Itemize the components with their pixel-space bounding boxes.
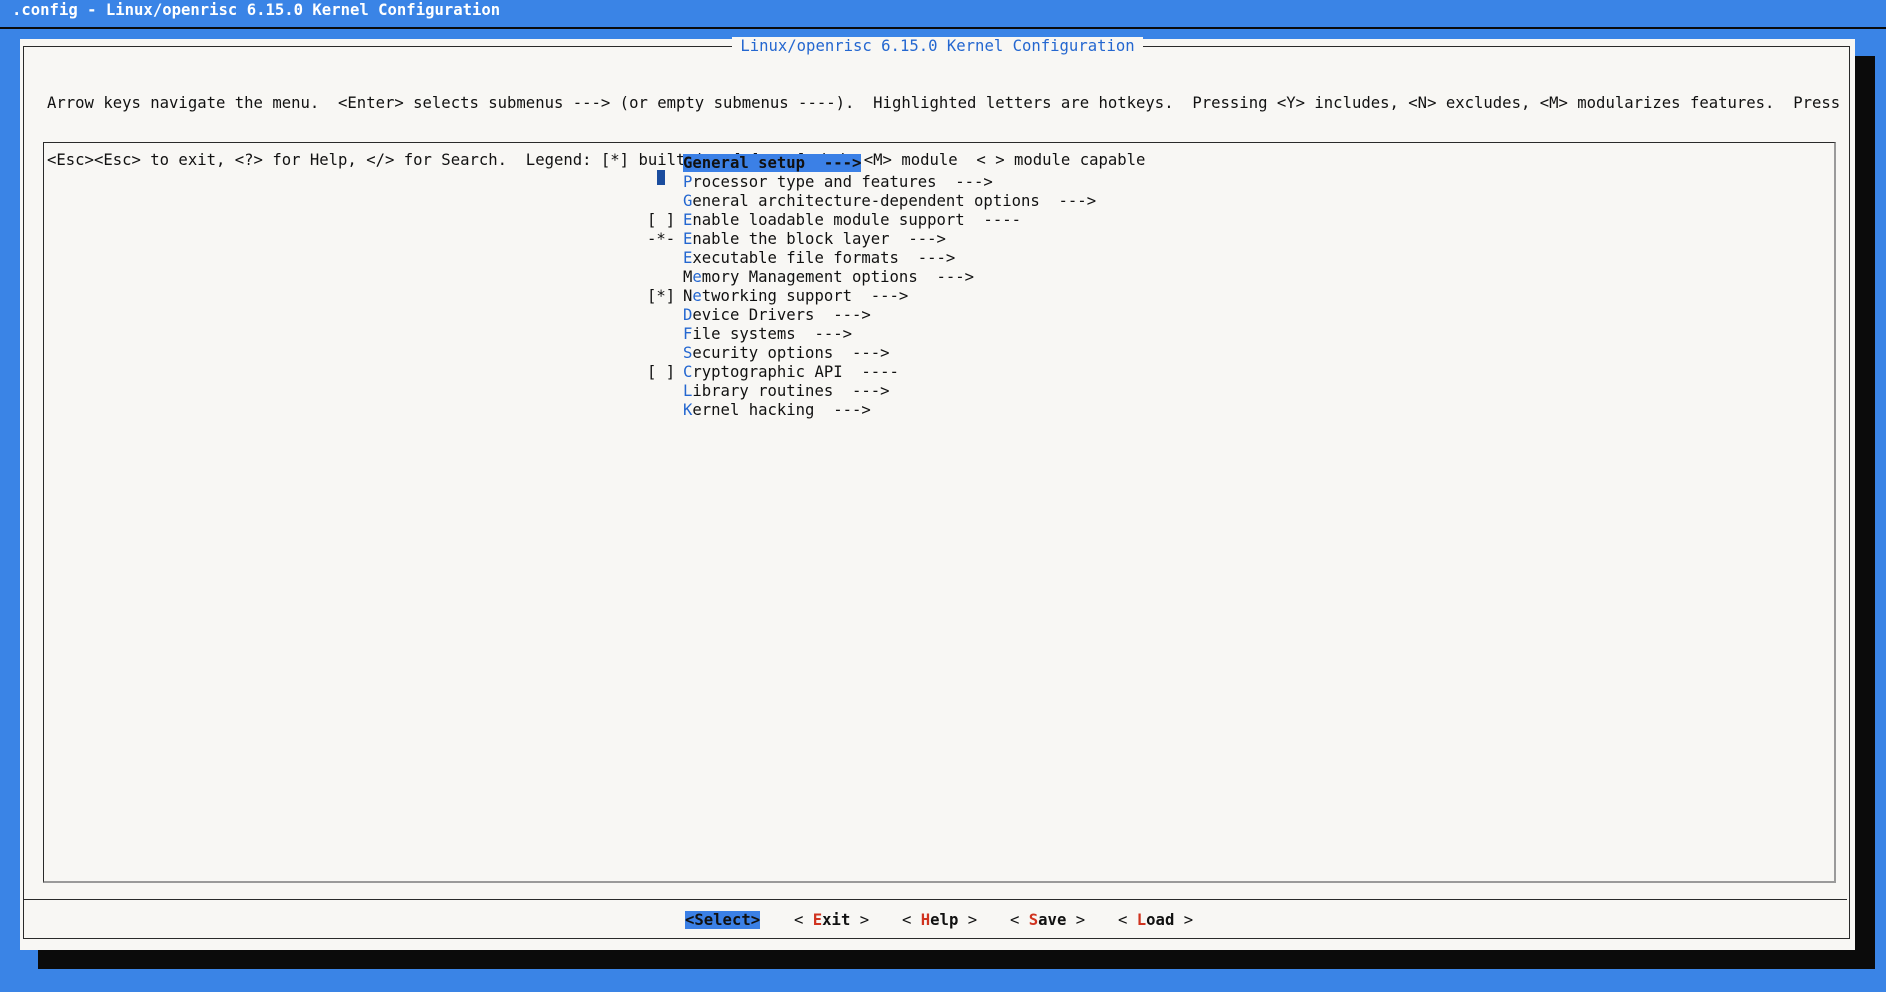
exit-button[interactable]: < Exit > xyxy=(794,911,869,930)
menu-item-state: [*] xyxy=(647,287,685,305)
menu-item[interactable]: File systems ---> xyxy=(647,325,1096,344)
config-dialog: Linux/openrisc 6.15.0 Kernel Configurati… xyxy=(20,37,1855,950)
menu-item-state: [ ] xyxy=(647,363,685,381)
menu-box: General setup ---> Processor type and fea… xyxy=(43,142,1836,883)
menu-item-hotkey: P xyxy=(683,173,693,191)
select-button[interactable]: <Select> xyxy=(685,911,761,930)
menu-item-label: Cryptographic API ---- xyxy=(683,363,899,381)
menu-item-hotkey: e xyxy=(692,268,702,286)
menu-item-hotkey: K xyxy=(683,401,693,419)
dialog-shadow-right xyxy=(1855,56,1875,964)
title-separator xyxy=(0,27,1886,29)
help-button[interactable]: < Help > xyxy=(902,911,977,930)
menu-item-label: Kernel hacking ---> xyxy=(683,401,871,419)
menu-item[interactable]: Memory Management options ---> xyxy=(647,268,1096,287)
menu-item-label: Device Drivers ---> xyxy=(683,306,871,324)
menu-item-hotkey: E xyxy=(683,230,693,248)
menu-item-label: Library routines ---> xyxy=(683,382,890,400)
menu-item[interactable]: Library routines ---> xyxy=(647,382,1096,401)
menu-item-label: Networking support ---> xyxy=(683,287,909,305)
menu-item[interactable]: Security options ---> xyxy=(647,344,1096,363)
menu-item[interactable]: Device Drivers ---> xyxy=(647,306,1096,325)
menu-item-hotkey: C xyxy=(683,363,693,381)
window-title: .config - Linux/openrisc 6.15.0 Kernel C… xyxy=(12,1,501,19)
menu-item-state: -*- xyxy=(647,230,685,248)
load-button[interactable]: < Load > xyxy=(1118,911,1193,930)
menu-item[interactable]: [ ] Enable loadable module support ---- xyxy=(647,211,1096,230)
menu-item-label: Security options ---> xyxy=(683,344,890,362)
menu-item-label: General setup ---> xyxy=(683,154,862,172)
menu-item-label: Memory Management options ---> xyxy=(683,268,975,286)
menu-item-hotkey: G xyxy=(683,192,693,210)
menu-item-label: Enable loadable module support ---- xyxy=(683,211,1021,229)
menu-item[interactable]: Executable file formats ---> xyxy=(647,249,1096,268)
menu-item-label: General architecture-dependent options -… xyxy=(683,192,1097,210)
menu-item-label: Processor type and features ---> xyxy=(683,173,993,191)
menu-item-label: Enable the block layer ---> xyxy=(683,230,946,248)
button-separator xyxy=(24,899,1847,900)
menu-item[interactable]: Kernel hacking ---> xyxy=(647,401,1096,420)
menu-item-state: [ ] xyxy=(647,211,685,229)
menu-item[interactable]: [*] Networking support ---> xyxy=(647,287,1096,306)
menu-list: General setup ---> Processor type and fea… xyxy=(647,154,1096,420)
menu-item-hotkey: D xyxy=(683,306,693,324)
menu-item[interactable]: -*- Enable the block layer ---> xyxy=(647,230,1096,249)
menu-item[interactable]: [ ] Cryptographic API ---- xyxy=(647,363,1096,382)
menu-item[interactable]: General setup ---> xyxy=(647,154,1096,185)
menu-item[interactable]: General architecture-dependent options -… xyxy=(647,192,1096,211)
menu-item-hotkey: e xyxy=(692,287,702,305)
menu-item[interactable]: Processor type and features ---> xyxy=(647,173,1096,192)
menu-item-hotkey: S xyxy=(683,344,693,362)
button-bar: <Select> < Exit > < Help > < Save > < Load > xyxy=(20,911,1855,935)
menu-item-hotkey: E xyxy=(683,249,693,267)
menu-item-label: File systems ---> xyxy=(683,325,852,343)
menu-item-label: Executable file formats ---> xyxy=(683,249,956,267)
save-button[interactable]: < Save > xyxy=(1010,911,1085,930)
help-line-1: Arrow keys navigate the menu. <Enter> se… xyxy=(47,94,1841,112)
dialog-shadow-bottom xyxy=(38,950,1875,969)
menu-item-hotkey: E xyxy=(683,211,693,229)
menu-item-hotkey: G xyxy=(683,154,693,172)
menu-item-hotkey: L xyxy=(683,382,693,400)
menu-item-hotkey: F xyxy=(683,325,693,343)
